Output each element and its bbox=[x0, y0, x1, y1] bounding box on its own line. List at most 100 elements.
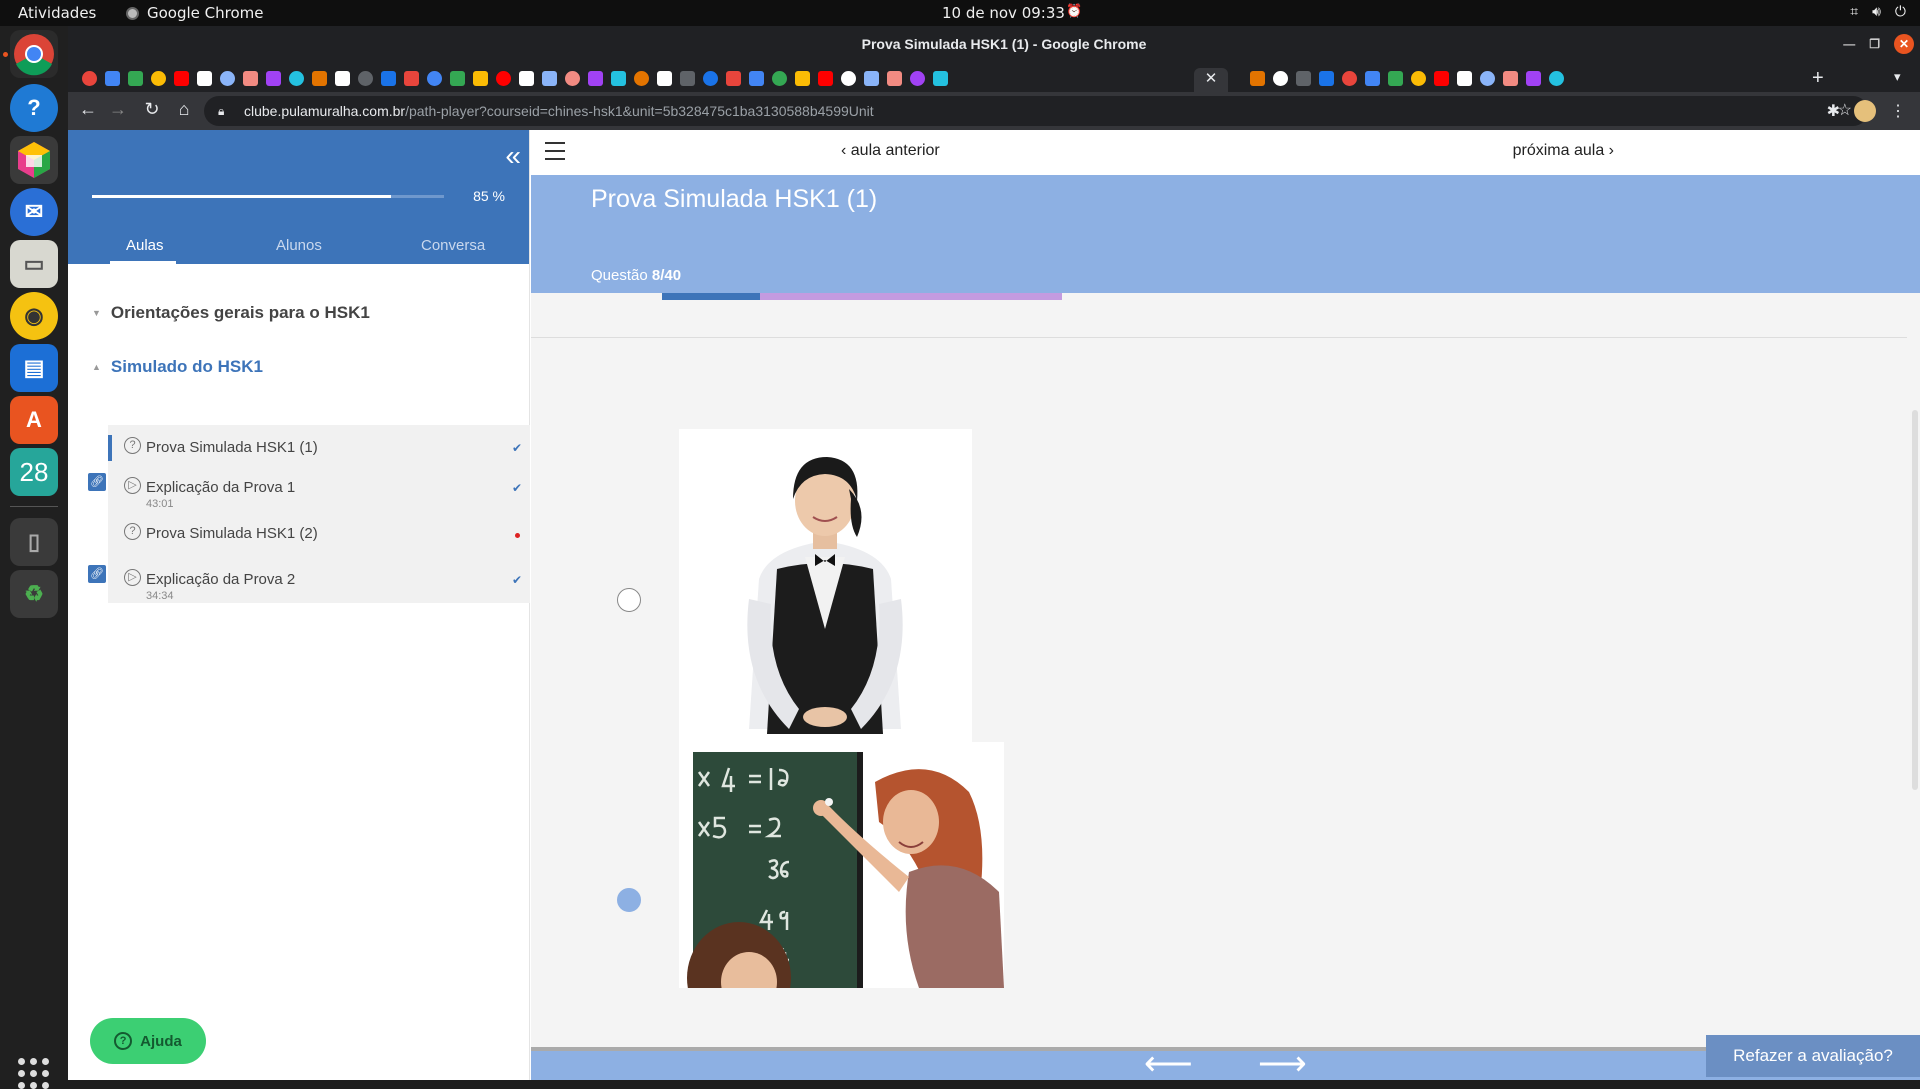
app-3d-dock-icon[interactable] bbox=[10, 136, 58, 184]
help-dock-icon[interactable]: ? bbox=[10, 84, 58, 132]
pinned-tab-favicon[interactable] bbox=[611, 71, 626, 86]
pinned-tab-favicon[interactable] bbox=[1526, 71, 1541, 86]
home-icon[interactable]: ⌂ bbox=[172, 99, 196, 120]
pinned-tab-favicon[interactable] bbox=[910, 71, 925, 86]
pinned-tab-favicon[interactable] bbox=[519, 71, 534, 86]
back-icon[interactable]: ← bbox=[76, 99, 100, 120]
attachment-icon[interactable]: 🔗︎ bbox=[88, 473, 106, 491]
pinned-tab-favicon[interactable] bbox=[1549, 71, 1564, 86]
pinned-tab-favicon[interactable] bbox=[151, 71, 166, 86]
chrome-dock-icon[interactable] bbox=[10, 30, 58, 78]
maximize-icon[interactable]: ❐ bbox=[1869, 37, 1880, 51]
vertical-scrollbar[interactable] bbox=[1912, 410, 1918, 790]
software-dock-icon[interactable]: A bbox=[10, 396, 58, 444]
module-orientacoes[interactable]: ▼ Orientações gerais para o HSK1 bbox=[92, 303, 370, 323]
pinned-tab-favicon[interactable] bbox=[542, 71, 557, 86]
minimize-icon[interactable]: — bbox=[1843, 37, 1855, 51]
pinned-tab-favicon[interactable] bbox=[657, 71, 672, 86]
pinned-tab-favicon[interactable] bbox=[496, 71, 511, 86]
close-window-icon[interactable]: ✕ bbox=[1894, 34, 1914, 54]
lesson-item[interactable]: ? Prova Simulada HSK1 (2) bbox=[108, 511, 530, 557]
module-simulado[interactable]: ▲ Simulado do HSK1 bbox=[92, 357, 263, 377]
tab-conversa[interactable]: Conversa bbox=[421, 237, 485, 254]
pinned-tab-favicon[interactable] bbox=[588, 71, 603, 86]
attachment-icon[interactable]: 🔗︎ bbox=[88, 565, 106, 583]
lesson-item[interactable]: 🔗︎ ▷ Explicação da Prova 1 43:01 ✔ bbox=[88, 465, 530, 511]
app-menu[interactable]: Google Chrome bbox=[126, 4, 264, 22]
tab-alunos[interactable]: Alunos bbox=[276, 237, 322, 254]
profile-avatar[interactable] bbox=[1854, 100, 1876, 122]
pinned-tab-favicon[interactable] bbox=[1411, 71, 1426, 86]
pinned-tab-favicon[interactable] bbox=[1365, 71, 1380, 86]
lesson-item[interactable]: 🔗︎ ▷ Explicação da Prova 2 34:34 ✔ bbox=[88, 557, 530, 603]
pinned-tab-favicon[interactable] bbox=[220, 71, 235, 86]
writer-dock-icon[interactable]: ▤ bbox=[10, 344, 58, 392]
previous-lesson-link[interactable]: ‹ aula anterior bbox=[841, 142, 940, 160]
answer-radio-2[interactable] bbox=[617, 888, 641, 912]
system-menu[interactable]: ⌗ 🔊︎ ⏻ bbox=[1850, 4, 1906, 20]
pinned-tab-favicon[interactable] bbox=[772, 71, 787, 86]
collapse-sidebar-icon[interactable]: « bbox=[505, 140, 521, 172]
pinned-tab-favicon[interactable] bbox=[105, 71, 120, 86]
reload-icon[interactable]: ↻ bbox=[140, 99, 164, 120]
pinned-tab-favicon[interactable] bbox=[128, 71, 143, 86]
pinned-tab-favicon[interactable] bbox=[887, 71, 902, 86]
calendar-dock-icon[interactable]: 28 bbox=[10, 448, 58, 496]
pinned-tab-favicon[interactable] bbox=[266, 71, 281, 86]
answer-radio-1[interactable] bbox=[617, 588, 641, 612]
pinned-tab-favicon[interactable] bbox=[473, 71, 488, 86]
pinned-tab-favicon[interactable] bbox=[174, 71, 189, 86]
forward-icon[interactable]: → bbox=[106, 99, 130, 120]
removable-drive-icon[interactable]: ▯ bbox=[10, 518, 58, 566]
pinned-tab-favicon[interactable] bbox=[289, 71, 304, 86]
pinned-tab-favicon[interactable] bbox=[381, 71, 396, 86]
pinned-tab-favicon[interactable] bbox=[1434, 71, 1449, 86]
next-lesson-link[interactable]: próxima aula › bbox=[1513, 142, 1614, 160]
pinned-tab-favicon[interactable] bbox=[841, 71, 856, 86]
pinned-tab-favicon[interactable] bbox=[427, 71, 442, 86]
lesson-item[interactable]: ? Prova Simulada HSK1 (1) ✔ bbox=[108, 425, 530, 465]
previous-question-arrow-icon[interactable]: ⟵ bbox=[1144, 1047, 1193, 1080]
pinned-tab-favicon[interactable] bbox=[82, 71, 97, 86]
pinned-tab-favicon[interactable] bbox=[1319, 71, 1334, 86]
help-button[interactable]: ? Ajuda bbox=[90, 1018, 206, 1064]
pinned-tab-favicon[interactable] bbox=[818, 71, 833, 86]
pinned-tab-favicon[interactable] bbox=[1342, 71, 1357, 86]
thunderbird-dock-icon[interactable]: ✉ bbox=[10, 188, 58, 236]
pinned-tab-favicon[interactable] bbox=[1480, 71, 1495, 86]
answer-image-waitress[interactable] bbox=[679, 429, 972, 770]
pinned-tab-favicon[interactable] bbox=[933, 71, 948, 86]
pinned-tab-favicon[interactable] bbox=[450, 71, 465, 86]
trash-icon[interactable]: ♻ bbox=[10, 570, 58, 618]
pinned-tab-favicon[interactable] bbox=[404, 71, 419, 86]
redo-evaluation-button[interactable]: Refazer a avaliação? bbox=[1706, 1035, 1920, 1077]
pinned-tab-favicon[interactable] bbox=[1296, 71, 1311, 86]
files-dock-icon[interactable]: ▭ bbox=[10, 240, 58, 288]
rhythmbox-dock-icon[interactable]: ◉ bbox=[10, 292, 58, 340]
pinned-tab-favicon[interactable] bbox=[703, 71, 718, 86]
pinned-tab-favicon[interactable] bbox=[1388, 71, 1403, 86]
pinned-tab-favicon[interactable] bbox=[312, 71, 327, 86]
pinned-tab-favicon[interactable] bbox=[565, 71, 580, 86]
pinned-tab-favicon[interactable] bbox=[1457, 71, 1472, 86]
pinned-tab-favicon[interactable] bbox=[243, 71, 258, 86]
pinned-tab-favicon[interactable] bbox=[1250, 71, 1265, 86]
address-bar[interactable]: 🔒︎ clube.pulamuralha.com.br/path-player?… bbox=[204, 96, 1868, 126]
pinned-tab-favicon[interactable] bbox=[749, 71, 764, 86]
pinned-tab-favicon[interactable] bbox=[335, 71, 350, 86]
pinned-tab-favicon[interactable] bbox=[864, 71, 879, 86]
tab-search-icon[interactable]: ▾ bbox=[1894, 69, 1901, 85]
new-tab-icon[interactable]: + bbox=[1812, 67, 1824, 90]
pinned-tab-favicon[interactable] bbox=[680, 71, 695, 86]
pinned-tab-favicon[interactable] bbox=[358, 71, 373, 86]
hamburger-menu-icon[interactable] bbox=[545, 142, 565, 166]
pinned-tab-favicon[interactable] bbox=[1503, 71, 1518, 86]
clock[interactable]: 10 de nov 09:33 bbox=[942, 4, 1065, 22]
pinned-tab-favicon[interactable] bbox=[795, 71, 810, 86]
menu-kebab-icon[interactable]: ⋮ bbox=[1890, 101, 1906, 121]
next-question-arrow-icon[interactable]: ⟶ bbox=[1258, 1047, 1307, 1080]
pinned-tab-favicon[interactable] bbox=[726, 71, 741, 86]
close-tab-icon[interactable]: ✕ bbox=[1194, 68, 1228, 92]
show-apps-icon[interactable] bbox=[18, 1058, 49, 1089]
activities-button[interactable]: Atividades bbox=[18, 4, 96, 22]
